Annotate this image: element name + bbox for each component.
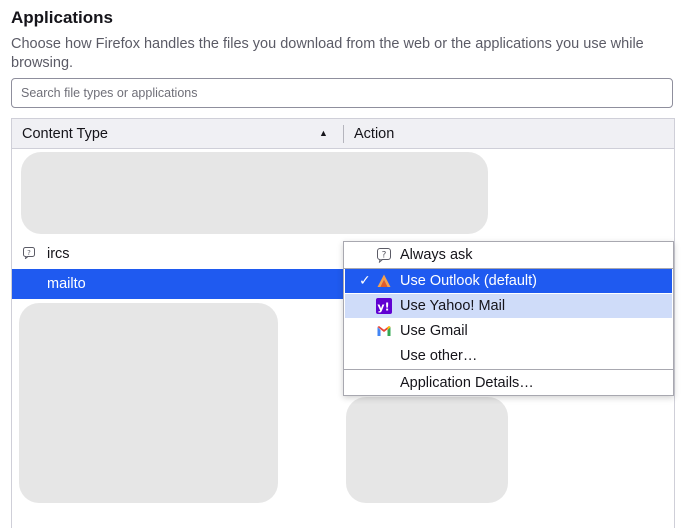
redacted-region	[19, 303, 278, 503]
table-header: Content Type ▲ Action	[12, 119, 674, 149]
column-header-content-type[interactable]: Content Type	[22, 126, 108, 142]
row-label: mailto	[47, 276, 86, 292]
menu-separator	[344, 369, 673, 370]
action-dropdown-menu: ? Always ask ✓ Use Outlook (default) y! …	[343, 241, 674, 396]
menu-item-label: Application Details…	[400, 375, 534, 391]
menu-item-use-yahoo-mail[interactable]: y! Use Yahoo! Mail	[345, 294, 672, 318]
menu-item-label: Use Outlook (default)	[400, 273, 538, 289]
question-bubble-icon: ?	[23, 247, 35, 259]
column-divider[interactable]	[343, 125, 344, 143]
column-header-action[interactable]: Action	[354, 126, 394, 142]
menu-item-label: Use Yahoo! Mail	[400, 298, 506, 314]
search-input[interactable]	[12, 79, 672, 107]
menu-item-label: Always ask	[400, 247, 473, 263]
redacted-region	[346, 397, 508, 503]
menu-item-label: Use Gmail	[400, 323, 468, 339]
yahoo-icon: y!	[376, 298, 392, 314]
menu-item-use-gmail[interactable]: Use Gmail	[345, 319, 672, 343]
row-label: ircs	[47, 246, 70, 262]
section-description: Choose how Firefox handles the files you…	[11, 36, 644, 71]
search-field[interactable]	[11, 78, 673, 108]
redacted-region	[21, 152, 488, 234]
menu-item-application-details[interactable]: Application Details…	[345, 371, 672, 395]
menu-item-use-other[interactable]: Use other…	[345, 344, 672, 368]
svg-text:y!: y!	[377, 301, 389, 314]
svg-text:?: ?	[27, 249, 31, 257]
question-bubble-icon: ?	[377, 248, 391, 263]
svg-text:?: ?	[382, 251, 387, 261]
checkmark-icon: ✓	[359, 272, 371, 288]
gmail-icon	[377, 326, 391, 336]
sort-ascending-icon[interactable]: ▲	[319, 128, 328, 138]
menu-item-label: Use other…	[400, 348, 478, 364]
menu-item-always-ask[interactable]: ? Always ask	[345, 243, 672, 267]
outlook-icon	[377, 274, 391, 287]
section-title: Applications	[11, 8, 114, 27]
menu-item-use-outlook[interactable]: ✓ Use Outlook (default)	[345, 269, 672, 293]
